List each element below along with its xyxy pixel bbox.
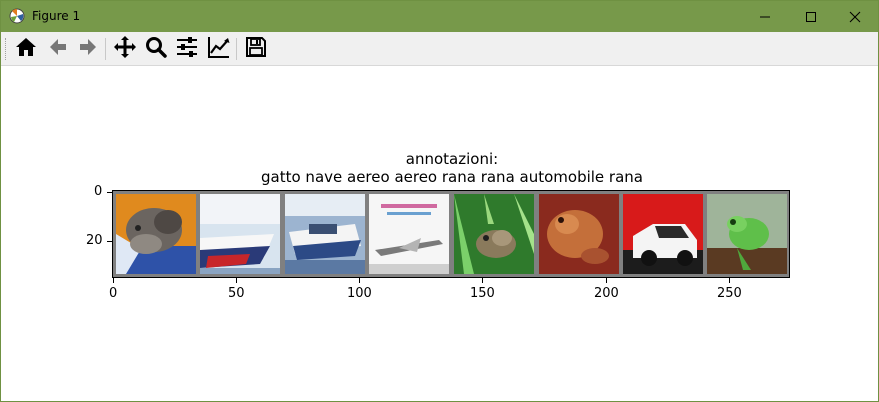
airplane-image (369, 194, 449, 274)
close-button[interactable] (832, 1, 878, 32)
x-tick-mark (482, 278, 483, 283)
floppy-disk-icon (244, 35, 268, 64)
x-tick-label: 250 (717, 286, 742, 301)
x-tick-label: 0 (109, 286, 118, 301)
toolbar-grip[interactable] (5, 38, 8, 60)
matplotlib-app-icon (9, 8, 25, 24)
x-tick-mark (729, 278, 730, 283)
figure-canvas[interactable]: annotazioni: gatto nave aereo aereo rana… (1, 66, 878, 401)
x-tick-mark (606, 278, 607, 283)
sliders-icon (175, 35, 199, 64)
toolbar-separator (105, 38, 106, 60)
arrow-right-icon (76, 35, 100, 64)
frog-image (707, 194, 787, 274)
minimize-button[interactable] (742, 1, 788, 32)
x-tick-label: 200 (594, 286, 619, 301)
y-tick-label: 0 (94, 184, 103, 199)
y-tick-label: 20 (86, 233, 103, 248)
frog-image (539, 194, 619, 274)
zoom-button[interactable] (142, 35, 170, 63)
arrow-left-icon (46, 35, 70, 64)
frog-image (454, 194, 534, 274)
subplots-button[interactable] (173, 35, 201, 63)
plot-title-line2: gatto nave aereo aereo rana rana automob… (261, 168, 643, 186)
toolbar-separator (236, 38, 237, 60)
plot-title-line1: annotazioni: (405, 150, 499, 168)
forward-button[interactable] (74, 35, 102, 63)
x-tick-label: 150 (470, 286, 495, 301)
move-icon (113, 35, 137, 64)
line-chart-icon (207, 35, 231, 64)
x-tick-mark (113, 278, 114, 283)
window-title: Figure 1 (32, 9, 81, 23)
pan-button[interactable] (111, 35, 139, 63)
close-icon (849, 11, 861, 23)
navigation-toolbar (1, 32, 878, 66)
ship-image (285, 194, 365, 274)
figure-window: Figure 1 annotazioni: gatto nave aereo a… (0, 0, 879, 402)
save-button[interactable] (242, 35, 270, 63)
home-button[interactable] (12, 35, 40, 63)
x-tick-mark (359, 278, 360, 283)
magnifier-icon (144, 35, 168, 64)
minimize-icon (759, 11, 771, 23)
car-image (623, 194, 703, 274)
y-tick-mark (107, 192, 112, 193)
x-tick-label: 50 (228, 286, 245, 301)
maximize-button[interactable] (788, 1, 834, 32)
title-bar[interactable]: Figure 1 (1, 1, 878, 32)
customize-button[interactable] (205, 35, 233, 63)
back-button[interactable] (44, 35, 72, 63)
x-tick-label: 100 (347, 286, 372, 301)
home-icon (14, 35, 38, 64)
cat-image (116, 194, 196, 274)
x-tick-mark (236, 278, 237, 283)
maximize-icon (805, 11, 817, 23)
ship-image (200, 194, 280, 274)
y-tick-mark (107, 241, 112, 242)
